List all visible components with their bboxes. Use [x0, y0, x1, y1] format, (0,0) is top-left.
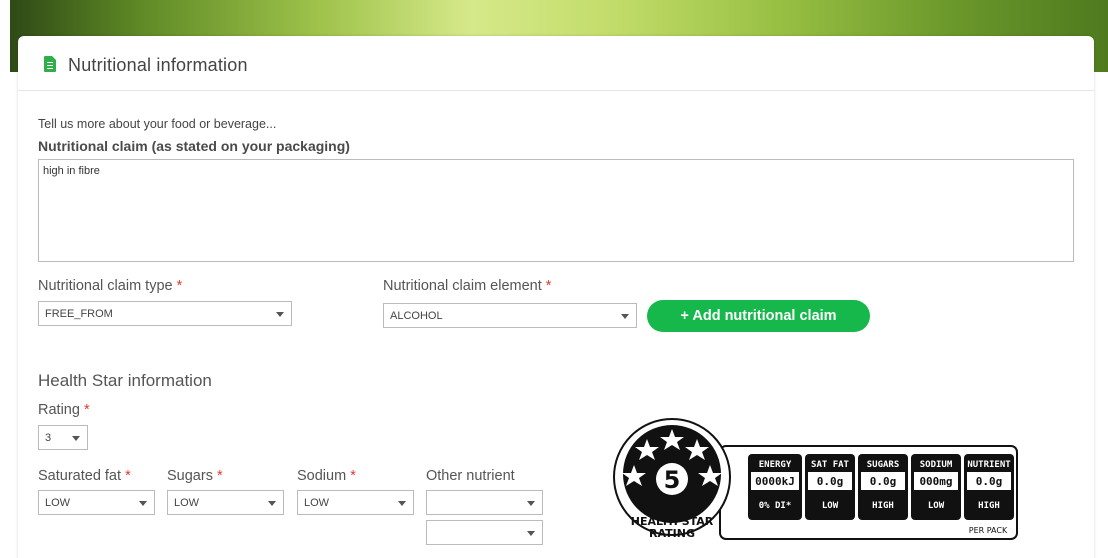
hsr-col-header: SUGARS — [867, 460, 900, 470]
other-nutrient-select-2[interactable] — [426, 520, 543, 545]
chevron-down-icon — [527, 531, 535, 536]
health-star-title: Health Star information — [38, 371, 212, 390]
hsr-col-sat-fat: SAT FAT 0.0g LOW — [805, 454, 855, 520]
hsr-col-header: SAT FAT — [811, 460, 850, 470]
hsr-col-level: LOW — [928, 501, 945, 511]
sodium-label: Sodium * — [297, 468, 356, 484]
chevron-down-icon — [276, 312, 284, 317]
claim-element-value: ALCOHOL — [390, 310, 443, 322]
hsr-col-sugars: SUGARS 0.0g HIGH — [858, 454, 908, 520]
saturated-fat-select[interactable]: LOW — [38, 490, 155, 515]
sodium-select[interactable]: LOW — [297, 490, 414, 515]
hsr-col-level: HIGH — [978, 501, 1000, 511]
chevron-down-icon — [268, 501, 276, 506]
sodium-value: LOW — [304, 497, 330, 509]
rating-select[interactable]: 3 — [38, 425, 88, 450]
hsr-col-value: 000mg — [919, 475, 952, 488]
intro-text: Tell us more about your food or beverage… — [38, 117, 277, 131]
hsr-col-value: 0.0g — [976, 475, 1003, 488]
chevron-down-icon — [72, 436, 80, 441]
hsr-col-header: ENERGY — [759, 460, 792, 470]
add-nutritional-claim-button[interactable]: + Add nutritional claim — [647, 300, 870, 332]
claim-textarea[interactable]: high in fibre — [38, 159, 1074, 262]
rating-label-text: Rating — [38, 402, 80, 418]
nutritional-information-card: Nutritional information Tell us more abo… — [18, 36, 1094, 558]
hsr-col-level: HIGH — [872, 501, 894, 511]
hsr-col-energy: ENERGY 0000kJ 0% DI* — [748, 454, 802, 520]
chevron-down-icon — [398, 501, 406, 506]
claim-label: Nutritional claim (as stated on your pac… — [38, 138, 350, 154]
health-star-rating-graphic: 5 HEALTH STAR RATING ENERGY 0000kJ 0% DI… — [613, 418, 1018, 540]
chevron-down-icon — [527, 501, 535, 506]
hsr-col-sodium: SODIUM 000mg LOW — [911, 454, 961, 520]
sodium-label-text: Sodium — [297, 468, 347, 484]
hsr-col-level: LOW — [822, 501, 839, 511]
chevron-down-icon — [139, 501, 147, 506]
hsr-col-level: 0% DI* — [759, 501, 792, 511]
sugars-value: LOW — [174, 497, 200, 509]
claim-type-select[interactable]: FREE_FROM — [38, 301, 292, 326]
hsr-caption-line2: RATING — [649, 527, 695, 540]
sugars-label: Sugars * — [167, 468, 223, 484]
claim-element-select[interactable]: ALCOHOL — [383, 303, 637, 328]
claim-type-label-text: Nutritional claim type — [38, 278, 173, 294]
hsr-col-header: SODIUM — [920, 460, 953, 470]
claim-type-value: FREE_FROM — [45, 308, 113, 320]
hsr-col-value: 0000kJ — [755, 475, 795, 488]
other-nutrient-select[interactable] — [426, 490, 543, 515]
document-icon — [44, 56, 56, 72]
saturated-fat-value: LOW — [45, 497, 71, 509]
required-marker: * — [125, 468, 131, 484]
claim-element-label: Nutritional claim element * — [383, 278, 551, 294]
hsr-col-header: NUTRIENT — [967, 460, 1011, 470]
hsr-col-value: 0.0g — [870, 475, 897, 488]
claim-type-label: Nutritional claim type * — [38, 278, 182, 294]
required-marker: * — [350, 468, 356, 484]
hsr-per-pack: PER PACK — [969, 526, 1008, 535]
claim-element-label-text: Nutritional claim element — [383, 278, 542, 294]
required-marker: * — [83, 402, 90, 418]
required-marker: * — [176, 278, 183, 294]
sugars-label-text: Sugars — [167, 468, 213, 484]
card-header: Nutritional information — [18, 36, 1094, 91]
chevron-down-icon — [621, 314, 629, 319]
card-title: Nutritional information — [68, 55, 248, 75]
hsr-col-nutrient: NUTRIENT 0.0g HIGH — [964, 454, 1014, 520]
hsr-stars-value: 5 — [664, 466, 681, 494]
other-nutrient-label: Other nutrient — [426, 468, 515, 484]
required-marker: * — [216, 468, 223, 484]
hsr-col-value: 0.0g — [817, 475, 844, 488]
required-marker: * — [545, 278, 552, 294]
saturated-fat-label: Saturated fat * — [38, 468, 131, 484]
sugars-select[interactable]: LOW — [167, 490, 284, 515]
rating-label: Rating * — [38, 402, 90, 418]
rating-value: 3 — [45, 432, 52, 444]
saturated-fat-label-text: Saturated fat — [38, 468, 122, 484]
